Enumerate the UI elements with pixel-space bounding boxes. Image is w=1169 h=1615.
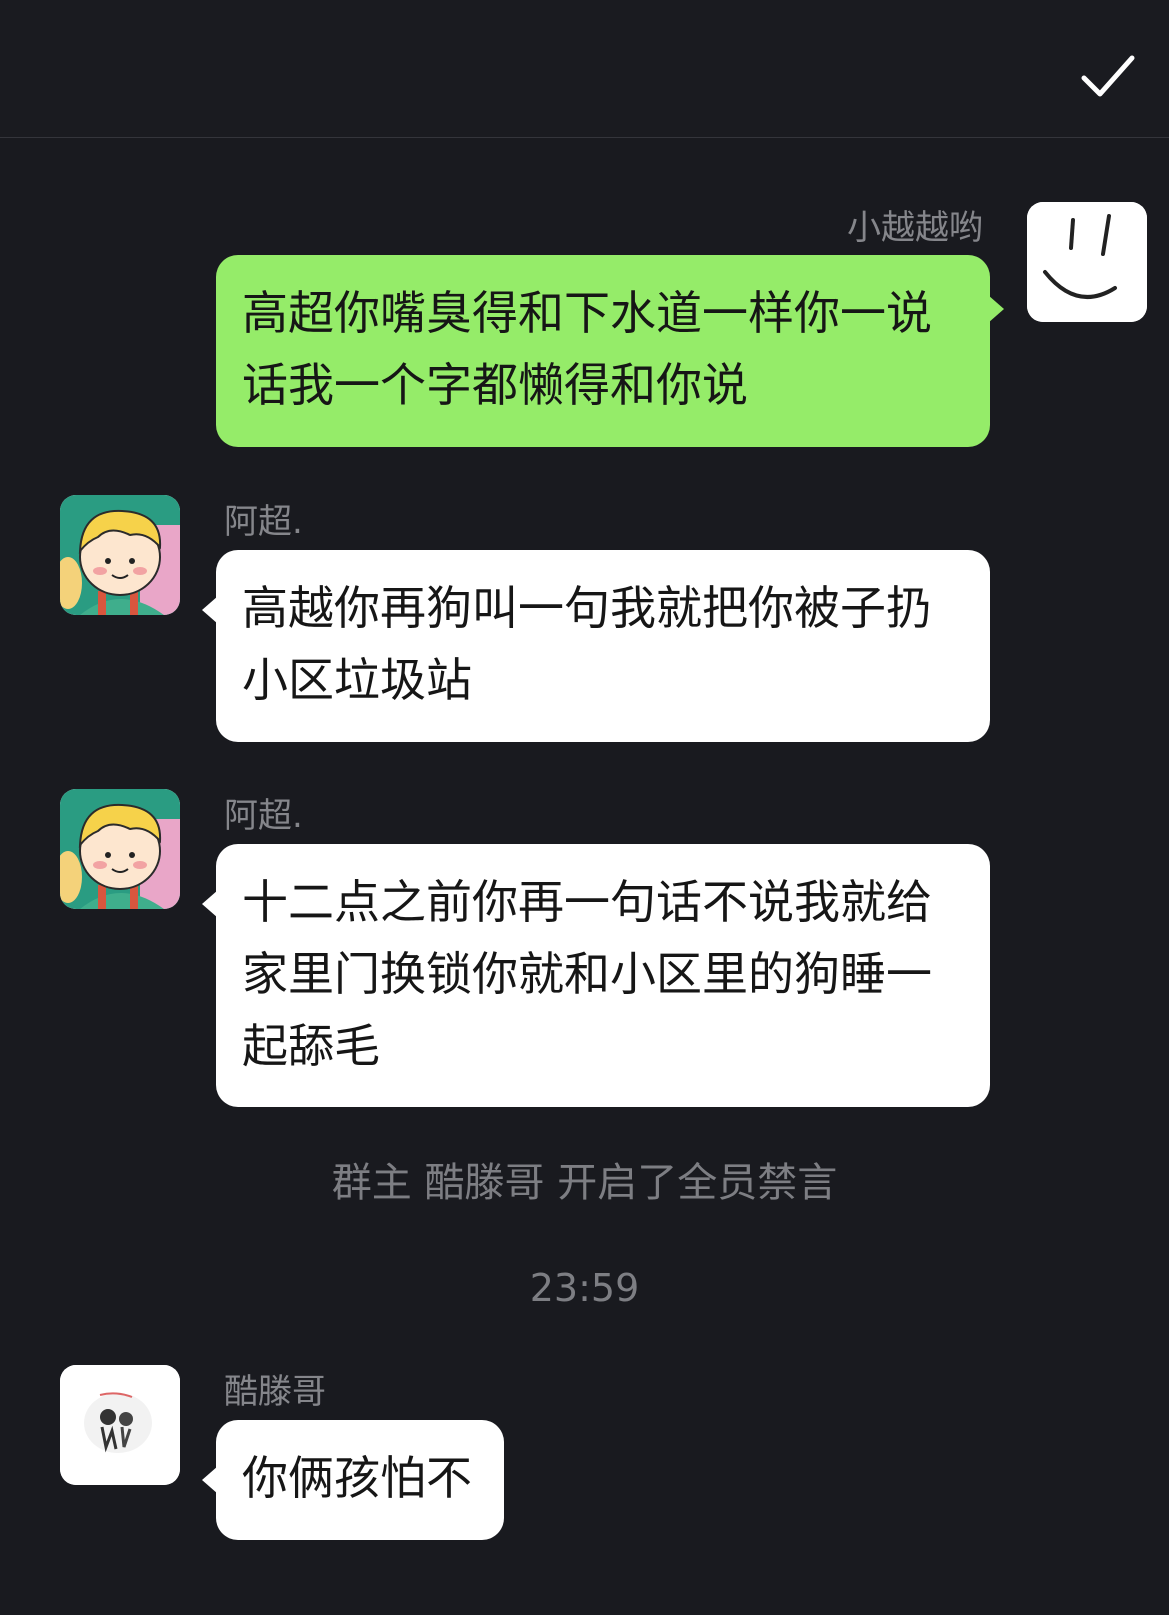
cartoon-kid-avatar-icon <box>60 789 180 909</box>
sender-name: 阿超. <box>224 502 303 542</box>
checkmark-icon <box>1081 55 1135 97</box>
timestamp: 23:59 <box>529 1266 640 1310</box>
cartoon-kid-avatar-icon <box>60 495 180 615</box>
sender-name: 阿超. <box>224 796 303 836</box>
sender-name: 小越越哟 <box>847 208 983 248</box>
top-bar <box>0 0 1169 138</box>
confirm-button[interactable] <box>1080 50 1136 102</box>
avatar-cartoon-kid[interactable] <box>60 789 180 909</box>
system-notice: 群主 酷滕哥 开启了全员禁言 <box>331 1160 838 1206</box>
bubble-tail <box>988 295 1004 323</box>
chat-title <box>340 42 840 102</box>
avatar-cartoon-kid[interactable] <box>60 495 180 615</box>
message-bubble[interactable]: 你俩孩怕不 <box>202 1420 504 1540</box>
bubble-tail <box>202 890 218 918</box>
avatar-sketch-figures[interactable] <box>60 1365 180 1485</box>
message-bubble-mine[interactable]: 高超你嘴臭得和下水道一样你一说话我一个字都懒得和你说 <box>216 255 1004 447</box>
message-text: 高超你嘴臭得和下水道一样你一说话我一个字都懒得和你说 <box>242 286 932 412</box>
message-text: 你俩孩怕不 <box>242 1451 472 1505</box>
message-text: 十二点之前你再一句话不说我就给家里门换锁你就和小区里的狗睡一起舔毛 <box>242 875 932 1073</box>
bubble-tail <box>202 596 218 624</box>
smiley-face-avatar-icon <box>1027 202 1147 322</box>
avatar-smiley[interactable] <box>1027 202 1147 322</box>
sender-name: 酷滕哥 <box>224 1372 326 1412</box>
message-text: 高越你再狗叫一句我就把你被子扔小区垃圾站 <box>242 581 932 707</box>
message-bubble[interactable]: 十二点之前你再一句话不说我就给家里门换锁你就和小区里的狗睡一起舔毛 <box>202 844 990 1107</box>
message-bubble[interactable]: 高越你再狗叫一句我就把你被子扔小区垃圾站 <box>202 550 990 742</box>
bubble-tail <box>202 1466 218 1494</box>
sketch-figures-avatar-icon <box>60 1365 180 1485</box>
